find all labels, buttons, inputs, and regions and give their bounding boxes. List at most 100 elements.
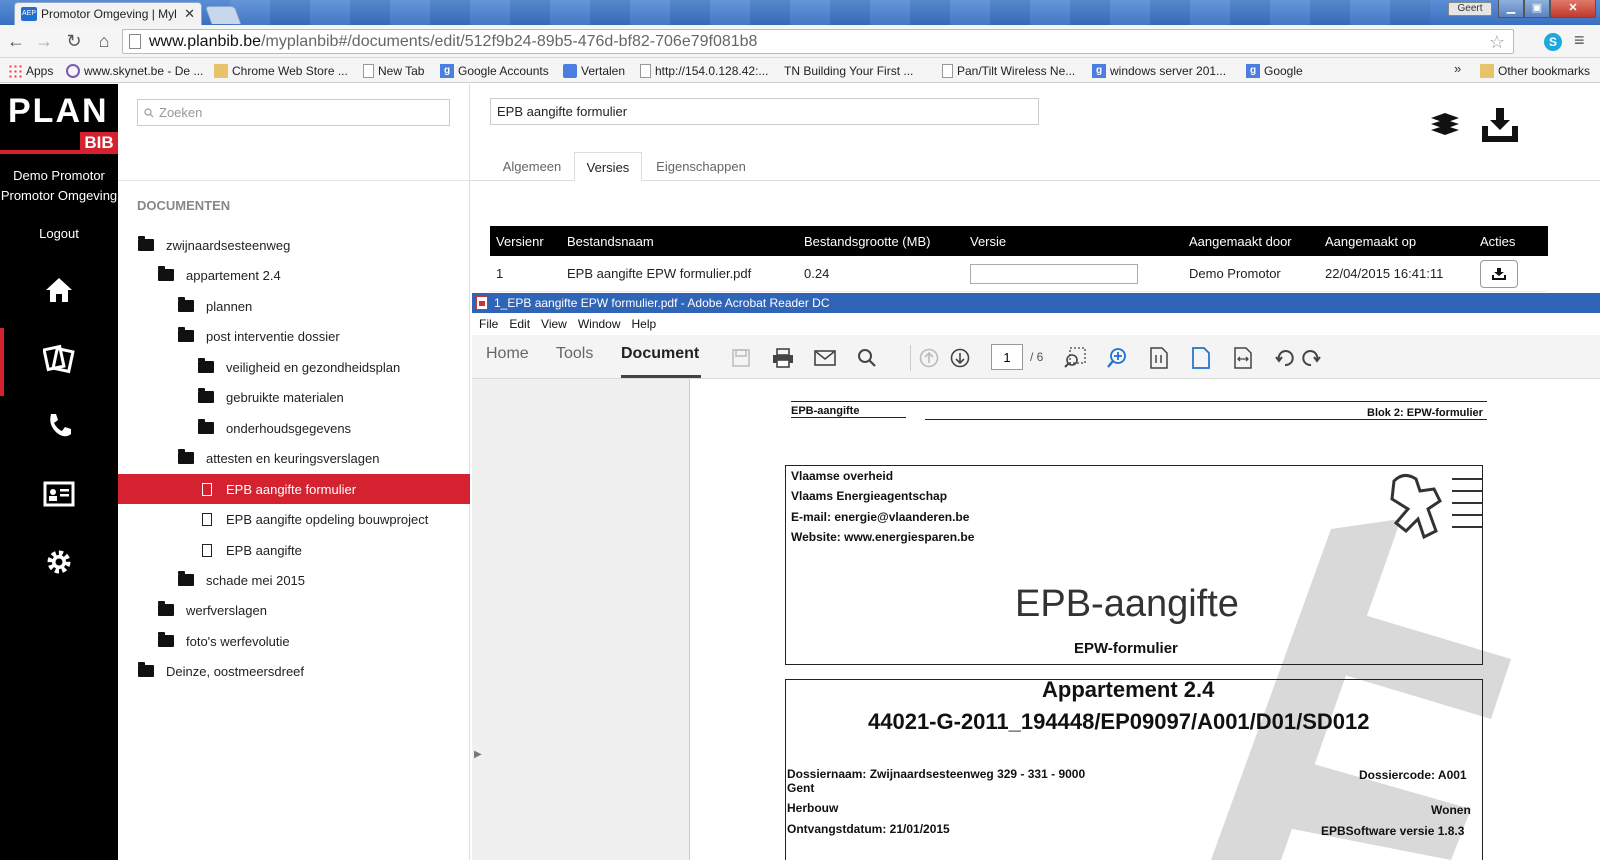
reload-button[interactable]: ↻: [62, 29, 86, 53]
tree-item-label: zwijnaardsesteenweg: [166, 237, 291, 253]
phone-icon: [50, 414, 71, 437]
window-minimize-button[interactable]: ▁: [1498, 0, 1524, 18]
pdf-header-left: EPB-aangifte: [791, 405, 860, 417]
bookmark-star-icon[interactable]: ☆: [1489, 32, 1505, 53]
tree-document-selected[interactable]: EPB aangifte formulier: [118, 474, 470, 504]
marquee-zoom-icon[interactable]: [1064, 347, 1086, 369]
bookmarks-overflow-button[interactable]: »: [1454, 61, 1461, 76]
nav-phone[interactable]: [0, 396, 118, 456]
bookmark-apps[interactable]: Apps: [8, 62, 53, 79]
browser-tab-active[interactable]: AEP Promotor Omgeving | Myl ✕: [14, 2, 202, 25]
menu-help[interactable]: Help: [632, 317, 657, 331]
tree-folder[interactable]: plannen: [178, 291, 252, 321]
window-close-button[interactable]: ✕: [1550, 0, 1596, 18]
email-icon[interactable]: [814, 347, 836, 369]
save-icon[interactable]: [730, 347, 752, 369]
menu-window[interactable]: Window: [578, 317, 621, 331]
google-icon: g: [1092, 63, 1106, 78]
planbib-logo[interactable]: PLAN BIB: [0, 88, 118, 154]
zoom-in-icon[interactable]: [1106, 347, 1128, 369]
print-icon[interactable]: [772, 347, 794, 369]
pdf-dossiercode: Dossiercode: A001: [1359, 768, 1467, 782]
new-tab-button[interactable]: [204, 6, 242, 24]
bookmark-new-tab[interactable]: New Tab: [363, 62, 424, 79]
nav-documents[interactable]: [0, 328, 118, 396]
skype-extension-icon[interactable]: S: [1544, 33, 1562, 51]
google-icon: g: [440, 63, 454, 78]
download-icon[interactable]: [1480, 106, 1520, 144]
tree-item-label: appartement 2.4: [186, 267, 281, 283]
tree-folder[interactable]: attesten en keuringsverslagen: [178, 443, 379, 473]
tab-general[interactable]: Algemeen: [490, 152, 574, 181]
tree-document[interactable]: EPB aangifte: [202, 535, 302, 565]
fit-width-icon[interactable]: [1232, 347, 1254, 369]
single-page-icon[interactable]: [1190, 347, 1212, 369]
tree-item-label: EPB aangifte: [226, 542, 302, 558]
pdf-viewer[interactable]: EPB-aangifte Blok 2: EPW-formulier Vlaam…: [691, 379, 1600, 860]
acrobat-tab-tools[interactable]: Tools: [556, 345, 593, 363]
profile-chip[interactable]: Geert: [1448, 2, 1492, 16]
pdf-header-line: [791, 401, 1487, 402]
tab-properties[interactable]: Eigenschappen: [646, 152, 756, 181]
logout-link[interactable]: Logout: [0, 226, 118, 241]
tree-folder[interactable]: zwijnaardsesteenweg: [138, 230, 290, 260]
bookmark-ip[interactable]: http://154.0.128.42:...: [640, 62, 768, 79]
close-tab-icon[interactable]: ✕: [184, 6, 195, 22]
forward-button[interactable]: →: [32, 29, 56, 53]
folder-icon: [198, 358, 214, 373]
nav-contacts[interactable]: [0, 464, 118, 524]
bookmark-google-accounts[interactable]: g Google Accounts: [440, 62, 549, 79]
tree-folder[interactable]: post interventie dossier: [178, 321, 340, 351]
back-button[interactable]: ←: [4, 29, 28, 53]
acrobat-tab-document[interactable]: Document: [621, 345, 699, 363]
tree-folder[interactable]: veiligheid en gezondheidsplan: [198, 352, 400, 382]
rotate-right-icon[interactable]: [1300, 347, 1322, 369]
document-title-field[interactable]: EPB aangifte formulier: [490, 98, 1039, 125]
acrobat-tab-home[interactable]: Home: [486, 345, 529, 363]
nav-home[interactable]: [0, 260, 118, 320]
next-page-icon[interactable]: [949, 347, 971, 369]
address-bar[interactable]: www.planbib.be/myplanbib#/documents/edit…: [122, 29, 1514, 54]
bookmark-google[interactable]: g Google: [1246, 62, 1303, 79]
bookmark-pantilt[interactable]: Pan/Tilt Wireless Ne...: [942, 62, 1075, 79]
bookmark-vertalen[interactable]: Vertalen: [563, 62, 625, 79]
nav-settings[interactable]: [0, 532, 118, 592]
bookmark-webstore[interactable]: Chrome Web Store ...: [214, 62, 348, 79]
search-box[interactable]: [137, 99, 450, 126]
menu-file[interactable]: File: [479, 317, 498, 331]
tab-versions[interactable]: Versies: [574, 152, 642, 182]
rotate-left-icon[interactable]: [1274, 347, 1296, 369]
pdf-dossiernaam-city: Gent: [787, 781, 815, 795]
tree-folder[interactable]: werfverslagen: [158, 595, 267, 625]
tree-folder[interactable]: Deinze, oostmeersdreef: [138, 656, 304, 686]
other-bookmarks[interactable]: Other bookmarks: [1480, 62, 1590, 79]
bookmark-skynet[interactable]: www.skynet.be - De ...: [66, 62, 203, 79]
fit-page-icon[interactable]: [1148, 347, 1170, 369]
page-number-input[interactable]: [991, 344, 1023, 370]
menu-view[interactable]: View: [541, 317, 567, 331]
layers-icon[interactable]: [1428, 110, 1462, 140]
window-maximize-button[interactable]: ▣: [1524, 0, 1550, 18]
tree-document[interactable]: EPB aangifte opdeling bouwproject: [202, 504, 428, 534]
tree-folder[interactable]: appartement 2.4: [158, 260, 281, 290]
chrome-menu-icon[interactable]: ≡: [1574, 30, 1585, 51]
search-icon[interactable]: [856, 347, 878, 369]
tree-folder[interactable]: foto's werfevolutie: [158, 626, 290, 656]
cell-aangemaakt-op: 22/04/2015 16:41:11: [1325, 266, 1444, 281]
url-host: www.planbib.be: [149, 32, 262, 50]
version-input[interactable]: [970, 263, 1138, 284]
row-download-button[interactable]: [1480, 259, 1518, 288]
expand-pane-icon[interactable]: ▶: [474, 749, 482, 760]
menu-edit[interactable]: Edit: [509, 317, 530, 331]
previous-page-icon[interactable]: [918, 347, 940, 369]
tree-item-label: gebruikte materialen: [226, 389, 344, 405]
tree-folder[interactable]: gebruikte materialen: [198, 382, 344, 412]
download-icon: [1492, 267, 1506, 280]
search-input[interactable]: [159, 105, 439, 120]
tree-folder[interactable]: schade mei 2015: [178, 565, 305, 595]
tree-folder[interactable]: onderhoudsgegevens: [198, 413, 351, 443]
bookmark-tn[interactable]: TN Building Your First ...: [784, 62, 913, 79]
folder-icon: [138, 662, 154, 677]
bookmark-windows-server[interactable]: g windows server 201...: [1092, 62, 1226, 79]
home-button[interactable]: ⌂: [92, 29, 116, 53]
